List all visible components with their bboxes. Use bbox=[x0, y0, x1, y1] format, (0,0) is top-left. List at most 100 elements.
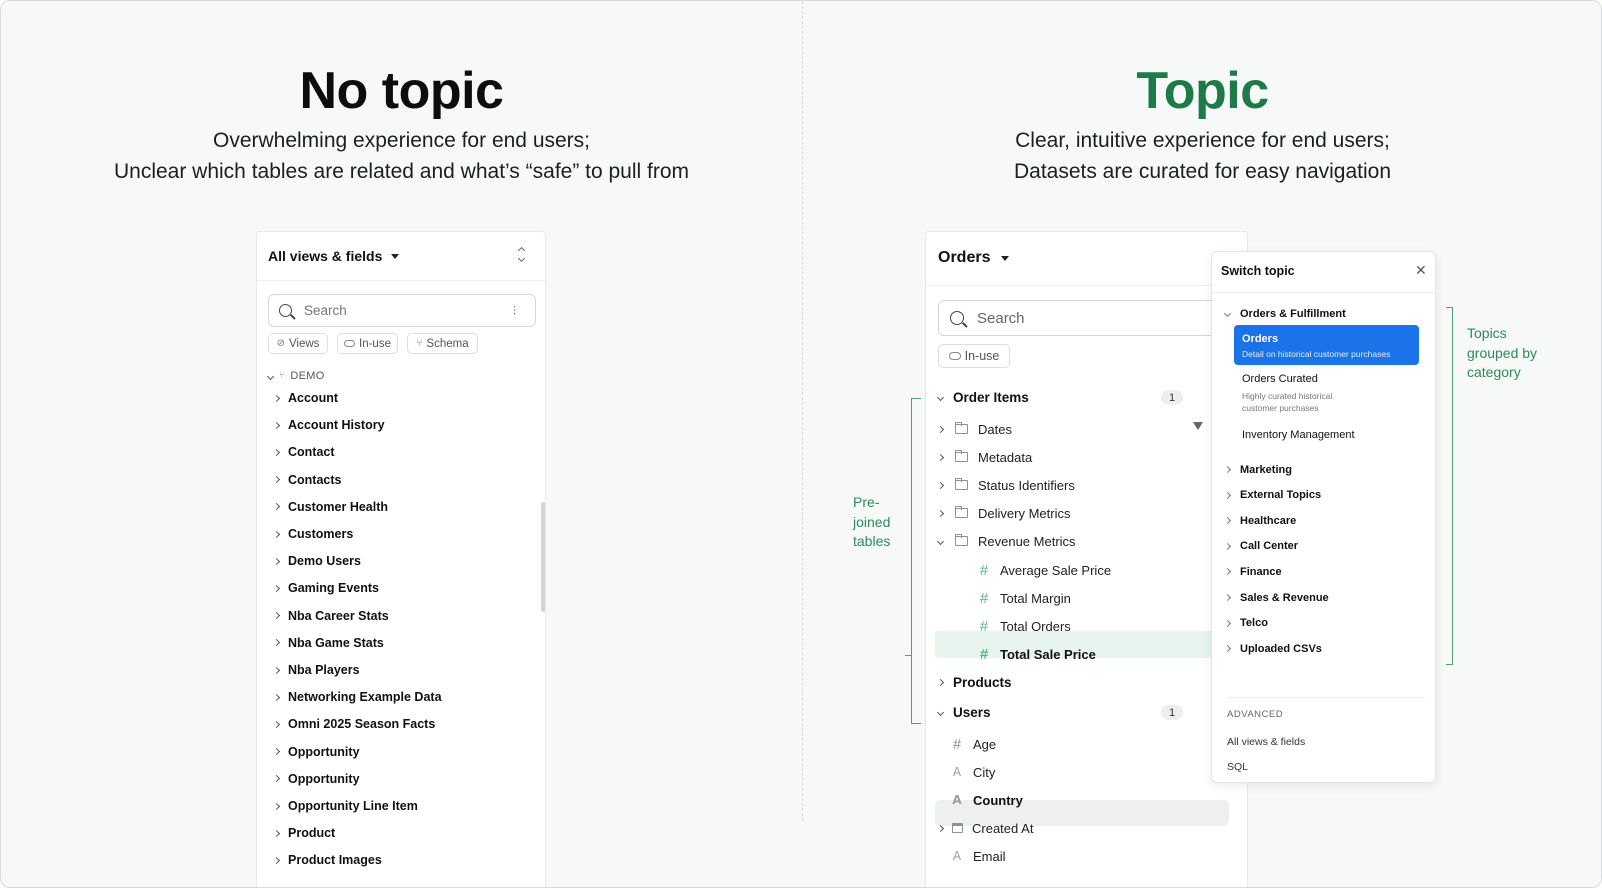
chevron-right-icon bbox=[272, 802, 281, 810]
advanced-sql[interactable]: SQL bbox=[1227, 761, 1248, 773]
view-list-item[interactable]: Contacts bbox=[272, 472, 341, 488]
view-list-item[interactable]: Nba Players bbox=[272, 662, 360, 678]
view-list-item[interactable]: Nba Career Stats bbox=[272, 608, 389, 624]
user-field[interactable]: A Country bbox=[950, 791, 1023, 809]
toggle-icon bbox=[344, 340, 356, 347]
chip-in-use[interactable]: In-use bbox=[337, 333, 398, 354]
folder-icon bbox=[954, 505, 968, 518]
chevron-right-icon bbox=[1223, 619, 1232, 627]
toggle-icon bbox=[948, 352, 961, 360]
view-list-item[interactable]: Account bbox=[272, 390, 338, 406]
section-demo[interactable]: ⑂ DEMO bbox=[266, 368, 325, 384]
category-orders-fulfillment[interactable]: Orders & Fulfillment bbox=[1223, 306, 1346, 321]
chevron-right-icon bbox=[936, 678, 945, 686]
advanced-label: ADVANCED bbox=[1227, 709, 1284, 720]
close-icon[interactable]: ✕ bbox=[1415, 264, 1427, 278]
folder-item[interactable]: Dates bbox=[936, 420, 1012, 438]
scrollbar[interactable] bbox=[541, 502, 545, 612]
topic-category[interactable]: Uploaded CSVs bbox=[1223, 641, 1322, 656]
folder-item[interactable]: Revenue Metrics bbox=[936, 532, 1076, 550]
topic-header[interactable]: Orders bbox=[938, 247, 1010, 269]
metric-field[interactable]: # Total Sale Price bbox=[977, 645, 1096, 663]
view-list-item[interactable]: Omni 2025 Season Facts bbox=[272, 716, 435, 732]
chevron-right-icon bbox=[272, 748, 281, 756]
view-list-item[interactable]: Opportunity bbox=[272, 744, 360, 760]
folder-item[interactable]: Delivery Metrics bbox=[936, 504, 1070, 522]
chevron-right-icon bbox=[1223, 491, 1232, 499]
search-placeholder: Search bbox=[977, 309, 1025, 327]
view-list-item[interactable]: Customer Health bbox=[272, 499, 388, 515]
metric-field[interactable]: # Total Margin bbox=[977, 589, 1071, 607]
chevron-right-icon bbox=[272, 666, 281, 674]
topic-inventory-management[interactable]: Inventory Management bbox=[1242, 429, 1355, 441]
panel-header[interactable]: All views & fields bbox=[268, 246, 400, 266]
topic-category[interactable]: Healthcare bbox=[1223, 513, 1296, 528]
chevron-right-icon bbox=[936, 425, 945, 433]
chevron-down-icon bbox=[266, 372, 275, 380]
chevron-right-icon bbox=[272, 421, 281, 429]
view-order-items[interactable]: Order Items bbox=[936, 388, 1029, 406]
number-hash-icon: # bbox=[952, 735, 962, 753]
view-list-item[interactable]: Account History bbox=[272, 417, 385, 433]
folder-icon bbox=[954, 533, 968, 546]
chip-views[interactable]: ⊘ Views bbox=[268, 333, 328, 354]
user-field[interactable]: A City bbox=[950, 763, 996, 781]
topic-category[interactable]: Finance bbox=[1223, 564, 1282, 579]
view-list-item[interactable]: Opportunity Line Item bbox=[272, 798, 418, 814]
view-list-item[interactable]: Nba Game Stats bbox=[272, 635, 384, 651]
filter-icon[interactable] bbox=[1193, 422, 1203, 430]
user-field[interactable]: A Email bbox=[950, 847, 1006, 865]
topic-orders-selected[interactable]: Orders Detail on historical customer pur… bbox=[1234, 325, 1419, 365]
chevron-down-icon bbox=[936, 537, 945, 545]
schema-icon: ⑂ bbox=[279, 371, 285, 381]
topic-category[interactable]: Marketing bbox=[1223, 462, 1292, 477]
search-input[interactable]: Search ⫶ bbox=[268, 294, 536, 327]
switch-topic-popover: Switch topic ✕ Orders & Fulfillment Orde… bbox=[1211, 251, 1436, 783]
topic-category[interactable]: Sales & Revenue bbox=[1223, 590, 1329, 605]
view-list-item[interactable]: Opportunity bbox=[272, 771, 360, 787]
view-list-item[interactable]: Customers bbox=[272, 526, 353, 542]
chip-schema[interactable]: ⑂ Schema bbox=[407, 333, 478, 354]
topic-search-input[interactable]: Search bbox=[938, 300, 1247, 336]
caret-down-icon bbox=[391, 253, 400, 259]
metric-field[interactable]: # Total Orders bbox=[977, 617, 1071, 635]
view-list-item[interactable]: Product bbox=[272, 825, 335, 841]
chevron-right-icon bbox=[272, 775, 281, 783]
folder-item[interactable]: Metadata bbox=[936, 448, 1032, 466]
user-field[interactable]: Created At bbox=[936, 819, 1033, 837]
metric-field[interactable]: # Average Sale Price bbox=[977, 561, 1111, 579]
folder-icon bbox=[954, 449, 968, 462]
topic-orders-curated[interactable]: Orders Curated Highly curated historical… bbox=[1234, 369, 1419, 415]
topic-category[interactable]: External Topics bbox=[1223, 488, 1321, 503]
chevron-right-icon bbox=[1223, 568, 1232, 576]
prejoined-note: Pre- joined tables bbox=[853, 494, 891, 549]
folder-item[interactable]: Status Identifiers bbox=[936, 476, 1075, 494]
prejoined-bracket bbox=[911, 398, 921, 724]
schema-branch-icon: ⑂ bbox=[416, 338, 423, 349]
topic-category[interactable]: Call Center bbox=[1223, 539, 1298, 554]
advanced-all-views[interactable]: All views & fields bbox=[1227, 736, 1305, 748]
left-subtitle-line-1: Overwhelming experience for end users; bbox=[212, 129, 590, 152]
view-list-item[interactable]: Demo Users bbox=[272, 553, 361, 569]
text-field-icon: A bbox=[952, 849, 962, 863]
expand-collapse-icon[interactable] bbox=[517, 246, 527, 263]
user-field[interactable]: # Age bbox=[950, 735, 996, 753]
chip-in-use[interactable]: In-use bbox=[938, 344, 1010, 368]
chevron-right-icon bbox=[272, 829, 281, 837]
topic-category[interactable]: Telco bbox=[1223, 616, 1268, 631]
view-users[interactable]: Users bbox=[936, 703, 991, 721]
chevron-right-icon bbox=[1223, 542, 1232, 550]
filter-sliders-icon[interactable]: ⫶ bbox=[513, 305, 525, 317]
view-list-item[interactable]: Gaming Events bbox=[272, 580, 379, 596]
chevron-right-icon bbox=[272, 639, 281, 647]
view-list-item[interactable]: Networking Example Data bbox=[272, 689, 442, 705]
chevron-right-icon bbox=[1223, 593, 1232, 602]
panel-header-label: All views & fields bbox=[268, 248, 383, 264]
search-icon bbox=[279, 304, 292, 317]
view-products[interactable]: Products bbox=[936, 673, 1012, 691]
chevron-right-icon bbox=[936, 481, 945, 489]
measure-hash-icon: # bbox=[979, 617, 989, 635]
caret-down-icon bbox=[1001, 255, 1010, 261]
view-list-item[interactable]: Product Images bbox=[272, 852, 382, 868]
view-list-item[interactable]: Contact bbox=[272, 444, 335, 460]
